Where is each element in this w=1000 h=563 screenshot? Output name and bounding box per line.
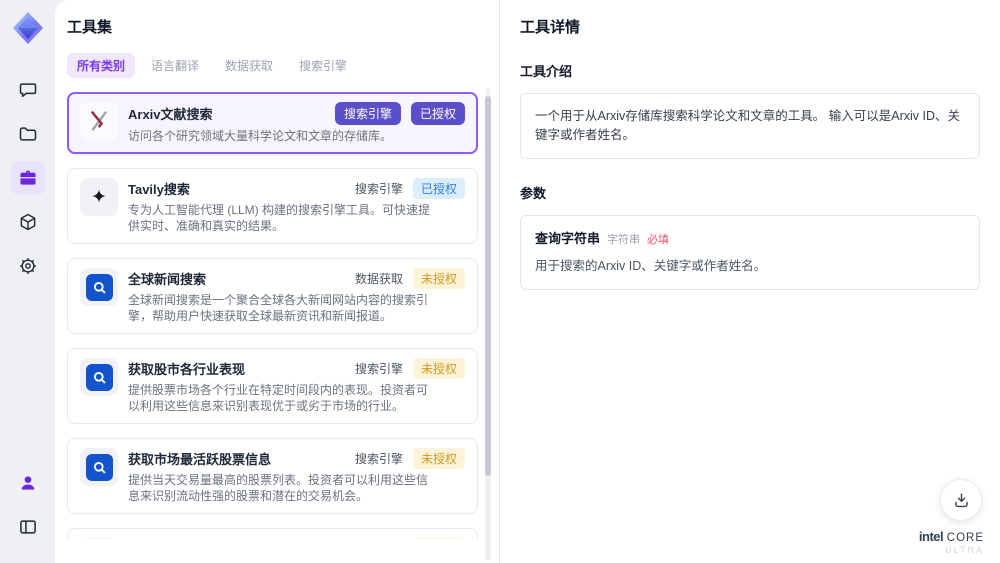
intel-wordmark: intel (918, 528, 944, 544)
core-wordmark: CORE (946, 531, 984, 544)
auth-status-badge: 已授权 (410, 102, 465, 125)
category-label: 搜索引擎 (354, 362, 403, 376)
card-body: 万维地区新闻查询 搜索引擎 未授权 查询具体行政区划内的新闻，快速了解各地新闻动 (128, 538, 465, 539)
detail-title: 工具详情 (520, 19, 581, 36)
cube-icon[interactable] (11, 205, 45, 239)
newspaper-icon (80, 538, 118, 539)
settings-gear-icon[interactable] (11, 249, 45, 283)
auth-status-badge: 未授权 (412, 448, 465, 469)
category-label: 搜索引擎 (354, 452, 403, 466)
category-label: 数据获取 (354, 272, 403, 286)
auth-status-badge: 已授权 (412, 178, 465, 199)
ultra-wordmark: ULTRA (945, 545, 984, 555)
tool-card-global-news[interactable]: 全球新闻搜索 数据获取 未授权 全球新闻搜索是一个聚合全球各大新闻网站内容的搜索… (67, 258, 478, 334)
list-scrollbar[interactable] (485, 88, 491, 561)
tool-list-panel: 工具集 所有类别 语言翻译 数据获取 搜索引擎 Arxiv文献搜索 搜索引擎 已… (55, 0, 500, 563)
param-name: 查询字符串 (535, 230, 601, 246)
app-logo-icon (10, 10, 46, 46)
card-body: 获取市场最活跃股票信息 搜索引擎 未授权 提供当天交易量最高的股票列表。投资者可… (128, 448, 465, 504)
card-body: Tavily搜索 搜索引擎 已授权 专为人工智能代理 (LLM) 构建的搜索引擎… (128, 178, 465, 234)
magnifier-logo-icon (80, 448, 118, 486)
intel-core-logo: intel CORE ULTRA (919, 530, 984, 556)
card-body: Arxiv文献搜索 搜索引擎 已授权 访问各个研究领域大量科学论文和文章的存储库… (128, 102, 465, 144)
tool-name: 获取市场最活跃股票信息 (128, 452, 272, 467)
user-avatar-icon[interactable] (11, 466, 45, 500)
param-box: 查询字符串 字符串 必填 用于搜索的Arxiv ID、关键字或作者姓名。 (520, 214, 980, 290)
tab-search-engine[interactable]: 搜索引擎 (289, 53, 357, 78)
tool-card-list: Arxiv文献搜索 搜索引擎 已授权 访问各个研究领域大量科学论文和文章的存储库… (67, 92, 478, 539)
param-description: 用于搜索的Arxiv ID、关键字或作者姓名。 (535, 259, 767, 273)
tool-description: 专为人工智能代理 (LLM) 构建的搜索引擎工具。可快速提供实时、准确和真实的结… (128, 203, 431, 233)
intro-box: 一个用于从Arxiv存储库搜索科学论文和文章的工具。 输入可以是Arxiv ID… (520, 93, 980, 159)
list-scrollbar-thumb[interactable] (485, 96, 491, 476)
download-button[interactable] (940, 479, 982, 521)
chat-icon[interactable] (11, 73, 45, 107)
intro-text: 一个用于从Arxiv存储库搜索科学论文和文章的工具。 输入可以是Arxiv ID… (535, 109, 961, 142)
tool-card-regional-news[interactable]: 万维地区新闻查询 搜索引擎 未授权 查询具体行政区划内的新闻，快速了解各地新闻动 (67, 528, 478, 539)
magnifier-logo-icon (80, 268, 118, 306)
main-surface: 工具集 所有类别 语言翻译 数据获取 搜索引擎 Arxiv文献搜索 搜索引擎 已… (55, 0, 1000, 563)
auth-status-badge: 未授权 (412, 268, 465, 289)
tool-description: 访问各个研究领域大量科学论文和文章的存储库。 (128, 129, 393, 143)
intro-heading: 工具介绍 (520, 64, 573, 79)
card-body: 全球新闻搜索 数据获取 未授权 全球新闻搜索是一个聚合全球各大新闻网站内容的搜索… (128, 268, 465, 324)
tool-description: 全球新闻搜索是一个聚合全球各大新闻网站内容的搜索引擎，帮助用户快速获取全球最新资… (128, 293, 429, 323)
params-heading: 参数 (520, 185, 547, 201)
tab-language-translation[interactable]: 语言翻译 (141, 53, 209, 78)
tool-name: Arxiv文献搜索 (128, 107, 213, 122)
tool-card-arxiv[interactable]: Arxiv文献搜索 搜索引擎 已授权 访问各个研究领域大量科学论文和文章的存储库… (67, 92, 478, 154)
tool-description: 提供当天交易量最高的股票列表。投资者可以利用这些信息来识别流动性强的股票和潜在的… (128, 473, 429, 503)
sidebar-toggle-icon[interactable] (11, 510, 45, 544)
arxiv-logo-icon (80, 102, 118, 140)
tool-description: 提供股票市场各个行业在特定时间段内的表现。投资者可以利用这些信息来识别表现优于或… (128, 383, 429, 413)
tavily-star-icon: ✦ (80, 178, 118, 216)
page-title: 工具集 (67, 19, 113, 36)
tab-data-acquisition[interactable]: 数据获取 (215, 53, 283, 78)
tab-all-categories[interactable]: 所有类别 (67, 53, 136, 78)
tool-card-sector-performance[interactable]: 获取股市各行业表现 搜索引擎 未授权 提供股票市场各个行业在特定时间段内的表现。… (67, 348, 478, 424)
toolbox-icon[interactable] (10, 161, 45, 195)
tool-name: 获取股市各行业表现 (128, 362, 246, 377)
category-badge: 搜索引擎 (334, 102, 401, 125)
tool-card-most-active-stocks[interactable]: 获取市场最活跃股票信息 搜索引擎 未授权 提供当天交易量最高的股票列表。投资者可… (67, 438, 478, 514)
card-body: 获取股市各行业表现 搜索引擎 未授权 提供股票市场各个行业在特定时间段内的表现。… (128, 358, 465, 414)
tool-card-tavily[interactable]: ✦ Tavily搜索 搜索引擎 已授权 专为人工智能代理 (LLM) 构建的搜索… (67, 168, 478, 244)
category-tabs: 所有类别 语言翻译 数据获取 搜索引擎 (67, 53, 499, 78)
magnifier-logo-icon (80, 358, 118, 396)
tool-detail-panel: 工具详情 工具介绍 一个用于从Arxiv存储库搜索科学论文和文章的工具。 输入可… (500, 0, 1000, 563)
auth-status-badge: 未授权 (412, 358, 465, 379)
download-icon (954, 492, 968, 507)
tool-name: Tavily搜索 (128, 182, 190, 197)
folder-icon[interactable] (11, 117, 45, 151)
auth-status-badge: 未授权 (412, 538, 465, 539)
tool-name: 全球新闻搜索 (128, 272, 207, 287)
app-window: 工具集 所有类别 语言翻译 数据获取 搜索引擎 Arxiv文献搜索 搜索引擎 已… (0, 0, 1000, 563)
param-type: 字符串 (607, 233, 641, 246)
left-rail (0, 0, 55, 563)
param-required-flag: 必填 (647, 233, 670, 246)
category-label: 搜索引擎 (354, 182, 403, 196)
